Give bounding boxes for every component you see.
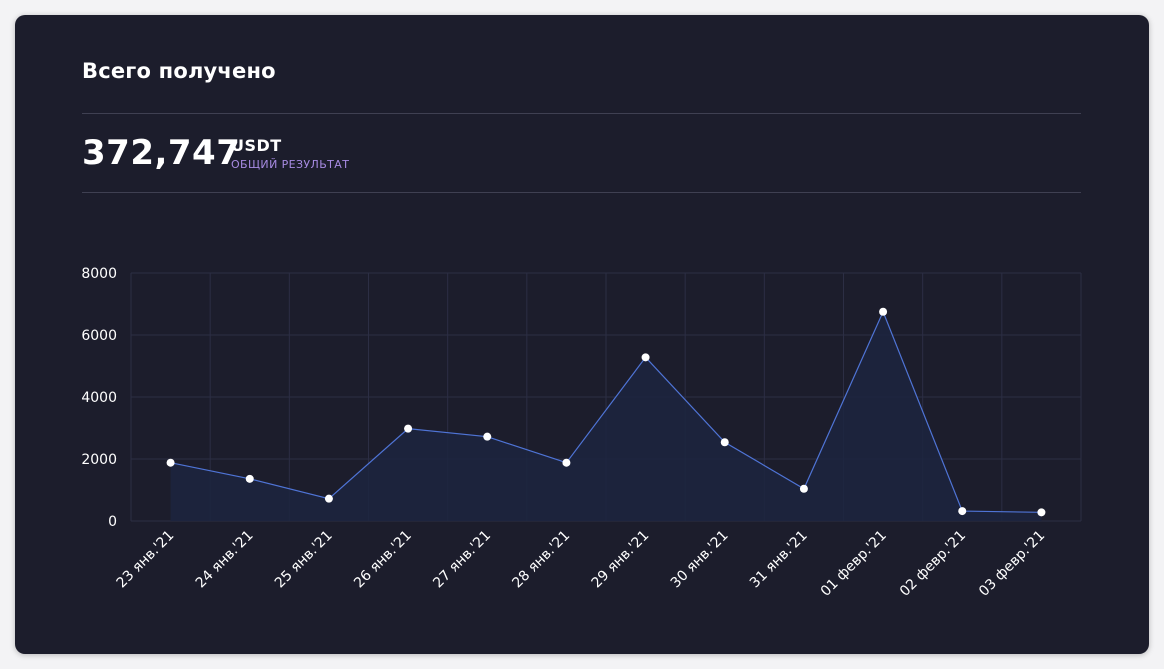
currency-label: USDT	[231, 136, 282, 155]
total-subtitle: ОБЩИЙ РЕЗУЛЬТАТ	[231, 158, 350, 171]
card-title: Всего получено	[82, 59, 276, 83]
total-amount: 372,747	[82, 133, 241, 173]
divider-bottom	[82, 192, 1081, 193]
received-card: Всего получено 372,747 USDT ОБЩИЙ РЕЗУЛЬ…	[15, 15, 1149, 654]
divider-top	[82, 113, 1081, 114]
